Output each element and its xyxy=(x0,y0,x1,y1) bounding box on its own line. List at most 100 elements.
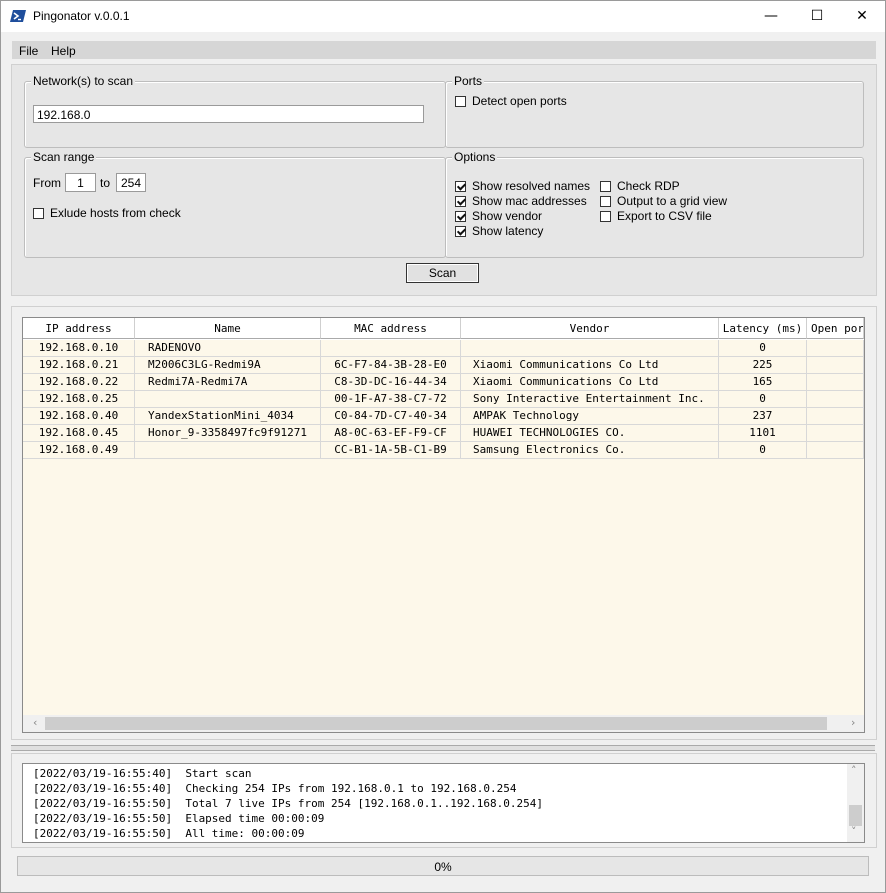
menu-help[interactable]: Help xyxy=(51,44,76,58)
cell-ip: 192.168.0.10 xyxy=(23,340,135,357)
column-header-open-ports[interactable]: Open ports xyxy=(807,318,864,339)
cell-latency: 237 xyxy=(719,408,807,425)
to-label: to xyxy=(100,176,111,190)
powershell-icon xyxy=(10,10,26,22)
cell-ip: 192.168.0.21 xyxy=(23,357,135,374)
cell-name xyxy=(135,391,321,408)
cell-latency: 1101 xyxy=(719,425,807,442)
results-grid[interactable]: IP address Name MAC address Vendor Laten… xyxy=(22,317,865,733)
cell-ip: 192.168.0.22 xyxy=(23,374,135,391)
from-input[interactable]: 1 xyxy=(65,173,96,192)
settings-panel: Network(s) to scan 192.168.0 Ports Detec… xyxy=(11,64,877,296)
detect-open-ports-checkbox[interactable]: Detect open ports xyxy=(455,94,567,109)
minimize-button[interactable]: — xyxy=(748,1,794,32)
checkbox-box xyxy=(455,226,466,237)
show-mac-checkbox[interactable]: Show mac addresses xyxy=(455,194,587,209)
scan-button[interactable]: Scan xyxy=(406,263,479,283)
cell-open xyxy=(807,374,864,391)
show-resolved-names-checkbox[interactable]: Show resolved names xyxy=(455,179,590,194)
options-label: Options xyxy=(452,149,498,165)
cell-latency: 0 xyxy=(719,340,807,357)
grid-view-checkbox[interactable]: Output to a grid view xyxy=(600,194,727,209)
cell-vendor: Xiaomi Communications Co Ltd xyxy=(461,374,719,391)
cell-latency: 225 xyxy=(719,357,807,374)
networks-group: Network(s) to scan 192.168.0 xyxy=(24,73,446,148)
export-csv-checkbox[interactable]: Export to CSV file xyxy=(600,209,712,224)
show-vendor-checkbox[interactable]: Show vendor xyxy=(455,209,542,224)
title-bar: Pingonator v.0.0.1 — ☐ ✕ xyxy=(1,1,885,32)
maximize-button[interactable]: ☐ xyxy=(794,1,840,32)
table-row[interactable]: 192.168.0.10 RADENOVO 0 xyxy=(23,340,864,357)
ports-label: Ports xyxy=(452,73,485,89)
table-row[interactable]: 192.168.0.25 00-1F-A7-38-C7-72 Sony Intera… xyxy=(23,391,864,408)
log-line: [2022/03/19-16:55:50] Elapsed time 00:00… xyxy=(33,812,325,825)
cell-vendor: HUAWEI TECHNOLOGIES CO. xyxy=(461,425,719,442)
log-output[interactable]: [2022/03/19-16:55:40] Start scan [2022/03… xyxy=(22,763,865,843)
vertical-scrollbar[interactable]: ˄ ˅ xyxy=(847,764,864,842)
checkbox-box xyxy=(600,211,611,222)
table-row[interactable]: 192.168.0.21 M2006C3LG-Redmi9A 6C-F7-84-3B… xyxy=(23,357,864,374)
scroll-left-icon[interactable]: ‹ xyxy=(33,716,37,729)
exclude-hosts-checkbox[interactable]: Exlude hosts from check xyxy=(33,206,181,221)
cell-latency: 0 xyxy=(719,391,807,408)
menu-file[interactable]: File xyxy=(19,44,38,58)
cell-name: M2006C3LG-Redmi9A xyxy=(135,357,321,374)
table-row[interactable]: 192.168.0.40 YandexStationMini_4034 C0-84-… xyxy=(23,408,864,425)
log-line: [2022/03/19-16:55:50] Total 7 live IPs f… xyxy=(33,797,543,810)
check-rdp-checkbox[interactable]: Check RDP xyxy=(600,179,680,194)
cell-vendor: Samsung Electronics Co. xyxy=(461,442,719,459)
cell-name: RADENOVO xyxy=(135,340,321,357)
column-header-ip[interactable]: IP address xyxy=(23,318,135,339)
cell-vendor: AMPAK Technology xyxy=(461,408,719,425)
cell-vendor: Xiaomi Communications Co Ltd xyxy=(461,357,719,374)
window-title: Pingonator v.0.0.1 xyxy=(33,9,130,23)
scrollbar-thumb[interactable] xyxy=(849,805,862,826)
exclude-hosts-label: Exlude hosts from check xyxy=(50,206,181,220)
cell-name: Honor_9-3358497fc9f91271 xyxy=(135,425,321,442)
cell-open xyxy=(807,408,864,425)
scrollbar-thumb[interactable] xyxy=(45,717,827,730)
cell-mac: C8-3D-DC-16-44-34 xyxy=(321,374,461,391)
cell-open xyxy=(807,425,864,442)
grid-view-label: Output to a grid view xyxy=(617,194,728,208)
log-line: [2022/03/19-16:55:40] Start scan xyxy=(33,767,252,780)
log-line: [2022/03/19-16:55:50] All time: 00:00:09 xyxy=(33,827,305,840)
networks-label: Network(s) to scan xyxy=(31,73,136,89)
horizontal-scrollbar[interactable]: ‹ › xyxy=(23,715,864,732)
grid-header: IP address Name MAC address Vendor Laten… xyxy=(23,318,864,340)
to-input[interactable]: 254 xyxy=(116,173,146,192)
scroll-up-icon[interactable]: ˄ xyxy=(851,764,857,777)
checkbox-box xyxy=(600,181,611,192)
cell-vendor xyxy=(461,340,719,357)
cell-mac: 00-1F-A7-38-C7-72 xyxy=(321,391,461,408)
menu-bar: File Help xyxy=(12,41,876,59)
close-button[interactable]: ✕ xyxy=(839,1,885,32)
column-header-latency[interactable]: Latency (ms) xyxy=(719,318,807,339)
cell-open xyxy=(807,442,864,459)
show-latency-checkbox[interactable]: Show latency xyxy=(455,224,543,239)
scroll-down-icon[interactable]: ˅ xyxy=(851,825,857,838)
scan-range-group: Scan range From 1 to 254 Exlude hosts fr… xyxy=(24,149,446,258)
table-row[interactable]: 192.168.0.22 Redmi7A-Redmi7A C8-3D-DC-16-4… xyxy=(23,374,864,391)
column-header-mac[interactable]: MAC address xyxy=(321,318,461,339)
cell-mac: C0-84-7D-C7-40-34 xyxy=(321,408,461,425)
detect-open-ports-label: Detect open ports xyxy=(472,94,567,108)
cell-name xyxy=(135,442,321,459)
checkbox-box xyxy=(455,196,466,207)
checkbox-box xyxy=(455,181,466,192)
cell-ip: 192.168.0.40 xyxy=(23,408,135,425)
table-row[interactable]: 192.168.0.49 CC-B1-1A-5B-C1-B9 Samsung Ele… xyxy=(23,442,864,459)
table-row[interactable]: 192.168.0.45 Honor_9-3358497fc9f91271 A8-0… xyxy=(23,425,864,442)
cell-mac xyxy=(321,340,461,357)
cell-name: Redmi7A-Redmi7A xyxy=(135,374,321,391)
cell-open xyxy=(807,340,864,357)
column-header-vendor[interactable]: Vendor xyxy=(461,318,719,339)
scan-range-label: Scan range xyxy=(31,149,97,165)
scroll-right-icon[interactable]: › xyxy=(851,716,855,729)
cell-ip: 192.168.0.25 xyxy=(23,391,135,408)
panel-splitter[interactable] xyxy=(11,745,875,751)
show-mac-label: Show mac addresses xyxy=(472,194,587,208)
network-input[interactable]: 192.168.0 xyxy=(33,105,424,123)
checkbox-box xyxy=(600,196,611,207)
column-header-name[interactable]: Name xyxy=(135,318,321,339)
